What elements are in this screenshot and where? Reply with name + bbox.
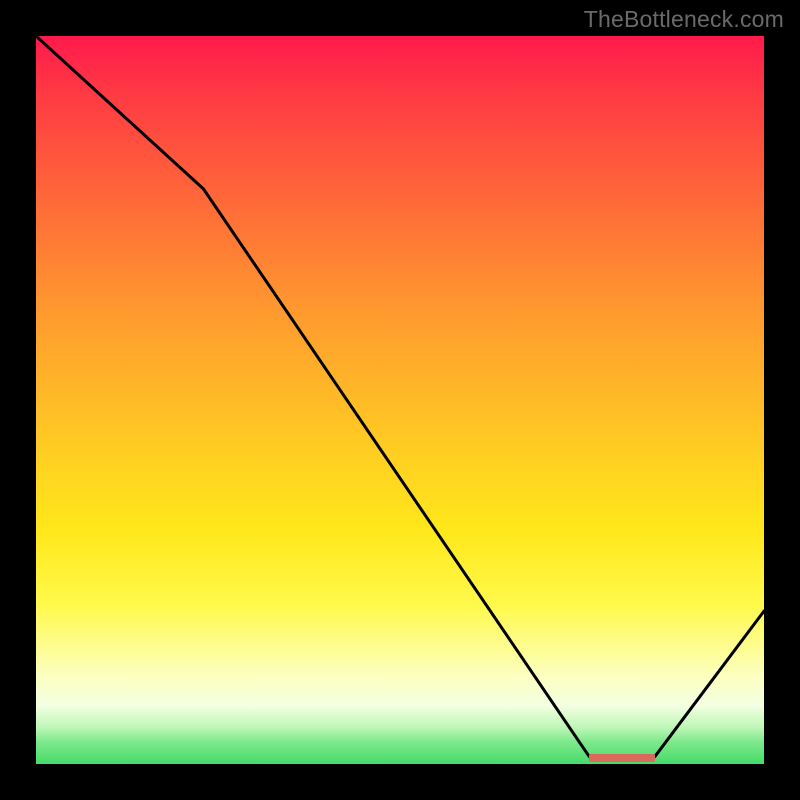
marker-band [589, 754, 655, 762]
attribution-text: TheBottleneck.com [584, 6, 784, 33]
chart-container: TheBottleneck.com [0, 0, 800, 800]
data-line [36, 36, 764, 757]
chart-svg [36, 36, 764, 764]
plot-area [36, 36, 764, 764]
